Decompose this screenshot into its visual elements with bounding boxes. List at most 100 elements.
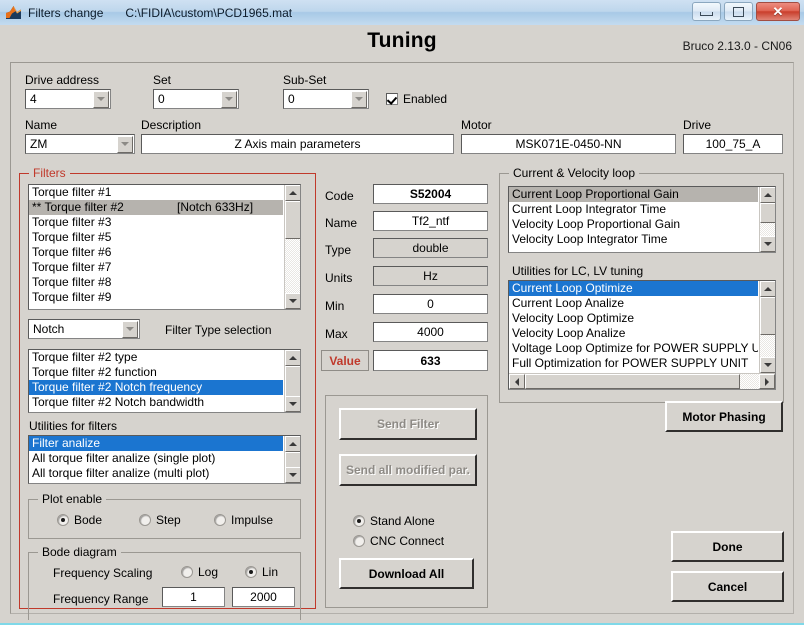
scroll-down-icon[interactable] xyxy=(760,236,776,252)
matlab-icon xyxy=(5,4,22,21)
window-file-path: C:\FIDIA\custom\PCD1965.mat xyxy=(125,6,292,20)
close-button[interactable]: ✕ xyxy=(756,2,800,21)
filter-parameter-item[interactable]: Torque filter #2 type xyxy=(29,350,283,365)
motor-label: Motor xyxy=(461,118,492,132)
send-all-modified-button[interactable]: Send all modified par. xyxy=(339,454,477,486)
filter-list[interactable]: Torque filter #1** Torque filter #2[Notc… xyxy=(28,184,301,310)
filter-utility-item[interactable]: All torque filter analize (multi plot) xyxy=(29,466,283,481)
mode-option-cnc-connect[interactable]: CNC Connect xyxy=(353,534,444,548)
scroll-up-icon[interactable] xyxy=(285,185,301,201)
scroll-up-icon[interactable] xyxy=(285,436,301,452)
plot-enable-option-step[interactable]: Step xyxy=(139,513,181,527)
loop-parameter-list[interactable]: Current Loop Proportional GainCurrent Lo… xyxy=(508,186,776,253)
download-all-button[interactable]: Download All xyxy=(339,558,474,589)
min-label: Min xyxy=(325,299,344,313)
loop-utilities-list[interactable]: Current Loop OptimizeCurrent Loop Analiz… xyxy=(508,280,776,390)
drive-address-select[interactable]: 4 xyxy=(25,89,111,109)
loop-utility-item[interactable]: Current Loop Analize xyxy=(509,296,758,311)
frequency-range-label: Frequency Range xyxy=(53,592,148,606)
drive-input[interactable]: 100_75_A xyxy=(683,134,783,154)
filter-list-item[interactable]: Torque filter #8 xyxy=(29,275,283,290)
scrollbar-thumb[interactable] xyxy=(285,366,301,397)
scroll-down-icon[interactable] xyxy=(285,396,301,412)
loop-utility-item[interactable]: Full Optimization for POWER SUPPLY UNIT xyxy=(509,356,758,371)
radio-icon xyxy=(214,514,226,526)
filter-type-select[interactable]: Notch xyxy=(28,319,140,339)
loop-parameter-item[interactable]: Current Loop Proportional Gain xyxy=(509,187,758,202)
loop-parameter-item[interactable]: Velocity Loop Proportional Gain xyxy=(509,217,758,232)
motor-input[interactable]: MSK071E-0450-NN xyxy=(461,134,676,154)
filter-list-item[interactable]: Torque filter #3 xyxy=(29,215,283,230)
param-name-value[interactable]: Tf2_ntf xyxy=(373,211,488,231)
scrollbar-thumb[interactable] xyxy=(760,203,776,223)
name-select[interactable]: ZM xyxy=(25,134,135,154)
loop-parameter-item[interactable]: Current Loop Integrator Time xyxy=(509,202,758,217)
scroll-down-icon[interactable] xyxy=(285,293,301,309)
filter-list-item-label: Torque filter #6 xyxy=(32,245,111,259)
mode-option-stand-alone[interactable]: Stand Alone xyxy=(353,514,435,528)
description-input[interactable]: Z Axis main parameters xyxy=(141,134,454,154)
chevron-down-icon[interactable] xyxy=(351,91,367,108)
code-value[interactable]: S52004 xyxy=(373,184,488,204)
scroll-down-icon[interactable] xyxy=(760,357,776,373)
scroll-left-icon[interactable] xyxy=(509,374,525,389)
max-value[interactable]: 4000 xyxy=(373,322,488,342)
filter-utilities-list[interactable]: Filter analizeAll torque filter analize … xyxy=(28,435,301,484)
loop-utilities-hscrollbar[interactable] xyxy=(509,373,775,389)
scroll-up-icon[interactable] xyxy=(760,281,776,297)
scroll-down-icon[interactable] xyxy=(285,467,301,483)
loop-utility-item[interactable]: Velocity Loop Analize xyxy=(509,326,758,341)
scroll-up-icon[interactable] xyxy=(285,350,301,366)
plot-enable-option-bode[interactable]: Bode xyxy=(57,513,102,527)
frequency-range-max-input[interactable]: 2000 xyxy=(232,587,295,607)
minimize-button[interactable] xyxy=(692,2,721,21)
maximize-button[interactable] xyxy=(724,2,753,21)
filter-parameter-item[interactable]: Torque filter #2 Notch frequency xyxy=(29,380,283,395)
scroll-up-icon[interactable] xyxy=(760,187,776,203)
scroll-right-icon[interactable] xyxy=(759,374,775,389)
frequency-scaling-option-log[interactable]: Log xyxy=(181,565,218,579)
filter-list-item[interactable]: Torque filter #9 xyxy=(29,290,283,305)
loop-utility-item[interactable]: Voltage Loop Optimize for POWER SUPPLY U… xyxy=(509,341,758,356)
chevron-down-icon[interactable] xyxy=(221,91,237,108)
send-filter-button[interactable]: Send Filter xyxy=(339,408,477,440)
filter-list-item[interactable]: Torque filter #1 xyxy=(29,185,283,200)
loop-utility-item[interactable]: Velocity Loop Optimize xyxy=(509,311,758,326)
enabled-checkbox[interactable]: Enabled xyxy=(386,92,447,106)
scrollbar-thumb[interactable] xyxy=(285,201,301,239)
filter-list-item[interactable]: Torque filter #7 xyxy=(29,260,283,275)
plot-enable-option-impulse[interactable]: Impulse xyxy=(214,513,273,527)
set-select[interactable]: 0 xyxy=(153,89,239,109)
done-button[interactable]: Done xyxy=(671,531,784,562)
frequency-scaling-option-lin[interactable]: Lin xyxy=(245,565,278,579)
scrollbar-thumb[interactable] xyxy=(760,297,776,335)
filter-list-scrollbar[interactable] xyxy=(284,185,300,309)
loop-list-scrollbar[interactable] xyxy=(759,187,775,252)
loop-parameter-item[interactable]: Velocity Loop Integrator Time xyxy=(509,232,758,247)
scrollbar-thumb[interactable] xyxy=(285,452,301,468)
filter-utilities-scrollbar[interactable] xyxy=(284,436,300,483)
filter-utility-item[interactable]: All torque filter analize (single plot) xyxy=(29,451,283,466)
sub-set-select[interactable]: 0 xyxy=(283,89,369,109)
min-value[interactable]: 0 xyxy=(373,294,488,314)
filter-utility-item[interactable]: Filter analize xyxy=(29,436,283,451)
window-controls: ✕ xyxy=(692,2,800,21)
loop-utilities-vscrollbar[interactable] xyxy=(759,281,775,373)
chevron-down-icon[interactable] xyxy=(122,321,138,338)
cancel-button[interactable]: Cancel xyxy=(671,571,784,602)
filter-list-item[interactable]: Torque filter #6 xyxy=(29,245,283,260)
filter-parameter-item[interactable]: Torque filter #2 function xyxy=(29,365,283,380)
filter-parameter-item[interactable]: Torque filter #2 Notch bandwidth xyxy=(29,395,283,410)
frequency-range-min-input[interactable]: 1 xyxy=(162,587,225,607)
chevron-down-icon[interactable] xyxy=(117,136,133,153)
loop-utility-item[interactable]: Current Loop Optimize xyxy=(509,281,758,296)
filter-parameter-list[interactable]: Torque filter #2 typeTorque filter #2 fu… xyxy=(28,349,301,413)
filter-parameter-scrollbar[interactable] xyxy=(284,350,300,412)
filter-list-item[interactable]: ** Torque filter #2[Notch 633Hz] xyxy=(29,200,283,215)
chevron-down-icon[interactable] xyxy=(93,91,109,108)
filter-list-item[interactable]: Torque filter #5 xyxy=(29,230,283,245)
hscrollbar-thumb[interactable] xyxy=(525,374,740,389)
value-input[interactable]: 633 xyxy=(373,350,488,371)
motor-phasing-button[interactable]: Motor Phasing xyxy=(665,401,783,432)
minimize-icon xyxy=(700,12,713,16)
